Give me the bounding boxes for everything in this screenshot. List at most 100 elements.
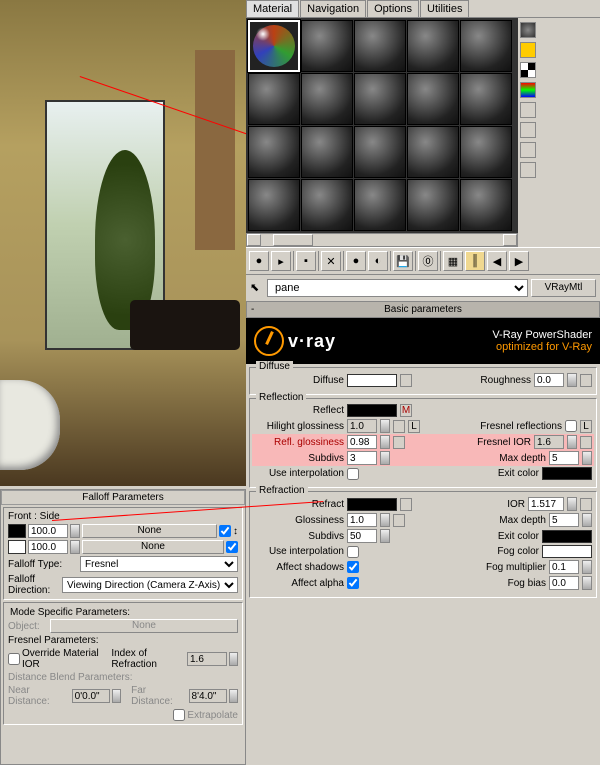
tab-material[interactable]: Material	[246, 0, 299, 17]
spinner[interactable]	[380, 529, 390, 543]
refl-subdivs-input[interactable]	[347, 451, 377, 465]
get-material-icon[interactable]: ●	[249, 251, 269, 271]
material-slot[interactable]	[301, 179, 353, 231]
roughness-input[interactable]	[534, 373, 564, 387]
sample-uv-icon[interactable]	[520, 82, 536, 98]
affect-alpha-check[interactable]	[347, 577, 359, 589]
put-library-icon[interactable]: 💾	[393, 251, 413, 271]
slots-scrollbar[interactable]	[246, 233, 518, 247]
ior-input[interactable]	[528, 497, 564, 511]
amount-2-input[interactable]	[28, 540, 68, 554]
spinner[interactable]	[582, 576, 592, 590]
spinner[interactable]	[567, 435, 577, 449]
affect-shadows-check[interactable]	[347, 561, 359, 573]
fog-mult-input[interactable]	[549, 560, 579, 574]
refl-exit-color[interactable]	[542, 467, 592, 480]
video-check-icon[interactable]	[520, 102, 536, 118]
fresnel-check[interactable]	[565, 420, 577, 432]
tab-navigation[interactable]: Navigation	[300, 0, 366, 17]
select-by-material-icon[interactable]	[520, 162, 536, 178]
spinner[interactable]	[582, 513, 592, 527]
material-type-button[interactable]: VRayMtl	[531, 279, 596, 297]
spinner[interactable]	[380, 451, 390, 465]
spinner[interactable]	[70, 540, 80, 554]
go-forward-icon[interactable]: ▶	[509, 251, 529, 271]
refl-gloss-map[interactable]	[393, 436, 405, 449]
make-unique-icon[interactable]: ◐	[368, 251, 388, 271]
color-1-swatch[interactable]	[8, 524, 26, 538]
map-2-enable[interactable]	[226, 541, 238, 553]
spinner[interactable]	[582, 560, 592, 574]
show-result-icon[interactable]: ║	[465, 251, 485, 271]
fog-bias-input[interactable]	[549, 576, 579, 590]
reflect-color[interactable]	[347, 404, 397, 417]
pick-icon[interactable]: ⬉	[250, 281, 264, 295]
material-slot[interactable]	[460, 126, 512, 178]
material-slot[interactable]	[354, 20, 406, 72]
reflect-map[interactable]: M	[400, 404, 412, 417]
material-slot[interactable]	[407, 73, 459, 125]
make-preview-icon[interactable]	[520, 122, 536, 138]
diffuse-color[interactable]	[347, 374, 397, 387]
put-to-scene-icon[interactable]: ▸	[271, 251, 291, 271]
diffuse-map[interactable]	[400, 374, 412, 387]
background-icon[interactable]	[520, 62, 536, 78]
spinner[interactable]	[112, 689, 121, 703]
refl-gloss-input[interactable]	[347, 435, 377, 449]
fresnel-lock[interactable]: L	[580, 420, 592, 433]
assign-icon[interactable]: ▪	[296, 251, 316, 271]
color-2-swatch[interactable]	[8, 540, 26, 554]
material-name-input[interactable]: pane	[267, 279, 528, 297]
hilight-map[interactable]	[393, 420, 405, 433]
spinner[interactable]	[70, 524, 80, 538]
refr-subdivs-input[interactable]	[347, 529, 377, 543]
refr-gloss-map[interactable]	[393, 514, 405, 527]
go-parent-icon[interactable]: ◀	[487, 251, 507, 271]
material-slot[interactable]	[407, 179, 459, 231]
make-copy-icon[interactable]: ●	[346, 251, 366, 271]
basic-params-header[interactable]: -Basic parameters	[246, 301, 600, 318]
material-slot[interactable]	[407, 126, 459, 178]
spinner[interactable]	[582, 451, 592, 465]
material-slot[interactable]	[354, 73, 406, 125]
refl-maxdepth-input[interactable]	[549, 451, 579, 465]
material-slot-1[interactable]	[248, 20, 300, 72]
refr-maxdepth-input[interactable]	[549, 513, 579, 527]
spinner[interactable]	[380, 419, 390, 433]
effects-icon[interactable]: ⓪	[418, 251, 438, 271]
material-slot[interactable]	[301, 73, 353, 125]
falloff-dir-select[interactable]: Viewing Direction (Camera Z-Axis)	[62, 577, 238, 593]
material-slot[interactable]	[354, 126, 406, 178]
material-slot[interactable]	[460, 179, 512, 231]
spinner[interactable]	[380, 435, 390, 449]
reset-icon[interactable]: ✕	[321, 251, 341, 271]
spinner[interactable]	[567, 373, 577, 387]
material-slot[interactable]	[301, 126, 353, 178]
options-icon[interactable]	[520, 142, 536, 158]
spinner[interactable]	[229, 652, 238, 666]
fresnel-ior-map[interactable]	[580, 436, 592, 449]
tab-options[interactable]: Options	[367, 0, 419, 17]
material-slot[interactable]	[248, 179, 300, 231]
map-1-button[interactable]: None	[82, 524, 217, 538]
spinner[interactable]	[229, 689, 238, 703]
spinner[interactable]	[380, 513, 390, 527]
material-slot[interactable]	[301, 20, 353, 72]
amount-1-input[interactable]	[28, 524, 68, 538]
override-ior-check[interactable]	[8, 653, 20, 665]
spinner[interactable]	[567, 497, 577, 511]
material-slot[interactable]	[460, 20, 512, 72]
refr-gloss-input[interactable]	[347, 513, 377, 527]
material-slot[interactable]	[460, 73, 512, 125]
map-1-enable[interactable]	[219, 525, 231, 537]
refl-interp-check[interactable]	[347, 468, 359, 480]
swap-icon[interactable]: ↕	[233, 526, 238, 537]
falloff-title[interactable]: Falloff Parameters	[1, 490, 245, 505]
refract-map[interactable]	[400, 498, 412, 511]
sample-type-icon[interactable]	[520, 22, 536, 38]
tab-utilities[interactable]: Utilities	[420, 0, 469, 17]
material-slot[interactable]	[248, 126, 300, 178]
fog-color[interactable]	[542, 545, 592, 558]
backlight-icon[interactable]	[520, 42, 536, 58]
refr-interp-check[interactable]	[347, 546, 359, 558]
